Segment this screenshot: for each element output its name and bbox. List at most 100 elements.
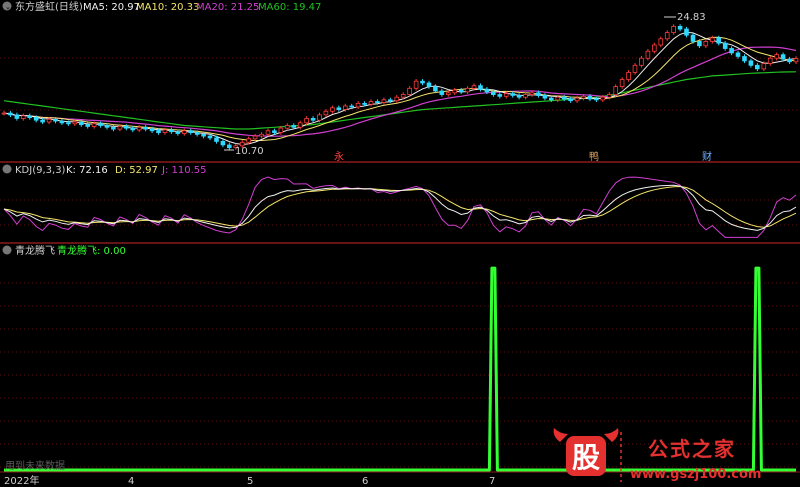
high-annotation: 24.83: [664, 12, 706, 23]
candle-up: [259, 133, 264, 137]
candle-down: [66, 122, 71, 125]
high-label: 24.83: [677, 12, 706, 23]
candle-down: [420, 80, 425, 84]
candle-down: [33, 117, 39, 121]
candle-up: [394, 96, 400, 102]
candle-up: [626, 72, 631, 80]
ma5-label: MA5: 20.97: [83, 2, 140, 13]
x-tick-label: 2022年: [4, 474, 39, 487]
candle-up: [607, 94, 612, 98]
x-tick-label: 7: [489, 476, 495, 487]
candle-up: [632, 64, 638, 73]
candle-down: [490, 91, 496, 96]
kdj-k-label: K: 72.16: [66, 165, 108, 176]
candle-down: [484, 88, 490, 93]
candle-down: [194, 132, 200, 135]
footer-note: 用到未来数据: [5, 459, 65, 472]
candle-up: [555, 96, 560, 101]
candle-up: [323, 110, 329, 116]
candle-up: [20, 115, 26, 119]
candles-layer: [1, 24, 799, 150]
candle-down: [516, 95, 522, 98]
panel-collapse-icon[interactable]: [2, 245, 12, 255]
kdj-title: KDJ(9,3,3): [15, 165, 66, 176]
watermark-name: 公式之家: [648, 437, 736, 461]
x-tick-label: 4: [128, 476, 134, 487]
candle-down: [220, 140, 226, 146]
candle-up: [407, 87, 412, 95]
low-label: 10.70: [235, 146, 264, 157]
candle-up: [413, 80, 419, 89]
candle-down: [40, 119, 45, 123]
kdj-layer: [3, 176, 797, 238]
candle-up: [445, 92, 451, 96]
candle-down: [684, 28, 689, 36]
candle-up: [529, 92, 535, 96]
candle-up: [664, 32, 670, 40]
candle-down: [729, 48, 734, 54]
event-marker[interactable]: 永: [334, 150, 344, 163]
candle-up: [503, 93, 509, 97]
horn-left-icon: [553, 428, 568, 442]
candle-down: [207, 135, 213, 139]
candle-up: [767, 57, 773, 64]
candle-down: [291, 125, 296, 128]
candle-down: [149, 128, 155, 132]
x-tick-label: 6: [362, 476, 368, 487]
candle-up: [710, 37, 715, 42]
candle-down: [387, 99, 393, 102]
panel-collapse-icon[interactable]: [2, 164, 12, 174]
candle-up: [342, 105, 348, 110]
candle-up: [613, 86, 618, 95]
candle-down: [336, 107, 342, 111]
candle-up: [278, 127, 284, 133]
candle-up: [330, 107, 335, 112]
candle-down: [143, 126, 148, 130]
candle-down: [375, 101, 380, 103]
candle-down: [497, 94, 503, 97]
candle-down: [690, 34, 696, 42]
candle-down: [188, 130, 194, 134]
candle-up: [91, 123, 97, 127]
ma10-layer: [3, 36, 797, 141]
candle-up: [652, 44, 657, 52]
candle-up: [1, 112, 7, 115]
candle-down: [549, 97, 554, 101]
candle-up: [162, 129, 168, 133]
chevron-down-icon: ⌄: [5, 3, 11, 11]
ma10-line: [3, 36, 797, 141]
candle-down: [175, 131, 181, 134]
candle-up: [265, 130, 271, 135]
watermark-url: www.gszj100.com: [630, 467, 761, 482]
stock-title: 东方盛虹(日线): [15, 0, 83, 13]
candle-up: [465, 87, 470, 93]
ma20-label: MA20: 21.25: [196, 2, 259, 13]
ma60-label: MA60: 19.47: [258, 2, 321, 13]
candle-up: [703, 41, 709, 47]
event-marker[interactable]: 财: [702, 150, 712, 163]
kdj-j-label: J: 110.55: [161, 165, 207, 176]
ma10-label: MA10: 20.33: [136, 2, 199, 13]
candle-down: [14, 114, 20, 119]
candle-down: [53, 118, 58, 122]
candle-up: [117, 126, 123, 130]
candle-up: [400, 94, 406, 98]
candle-down: [787, 58, 792, 63]
candle-up: [774, 54, 779, 59]
candle-up: [246, 138, 252, 143]
x-tick-label: 5: [247, 476, 253, 487]
signal-series-label: 青龙腾飞: 0.00: [57, 244, 126, 257]
candle-down: [561, 96, 567, 100]
candle-down: [85, 124, 91, 127]
candle-down: [310, 118, 316, 121]
candle-up: [297, 122, 303, 128]
candle-down: [226, 144, 232, 149]
kdj-d-line: [3, 185, 797, 228]
event-marker[interactable]: 鸭: [589, 150, 599, 163]
candle-up: [619, 79, 625, 87]
ma60-line: [3, 71, 797, 130]
candle-up: [523, 94, 528, 98]
signal-title: 青龙腾飞: [15, 244, 55, 257]
candle-up: [645, 50, 651, 59]
candle-down: [748, 60, 754, 66]
